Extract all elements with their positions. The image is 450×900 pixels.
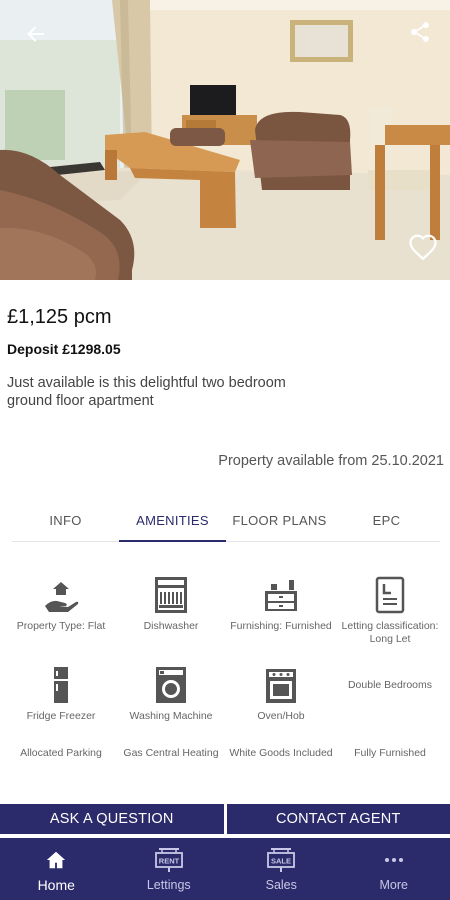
amenity-gas-central-heating: Gas Central Heating: [115, 701, 227, 760]
living-room-photo: [0, 0, 450, 280]
nav-lettings[interactable]: RENT Lettings: [113, 838, 226, 900]
favourite-button[interactable]: [406, 230, 440, 264]
tab-epc[interactable]: EPC: [333, 500, 440, 541]
arrow-left-icon: [27, 26, 45, 42]
share-button[interactable]: [404, 16, 436, 48]
nav-label: Sales: [265, 878, 297, 892]
nav-label: More: [379, 878, 408, 892]
amenity-dishwasher: Dishwasher: [115, 574, 227, 633]
heart-outline-icon: [409, 234, 437, 261]
detail-tabs: INFO AMENITIES FLOOR PLANS EPC: [12, 500, 440, 542]
bottom-navigation: Home RENT Lettings SALE Sales More: [0, 838, 450, 900]
sale-badge: SALE: [271, 857, 291, 866]
availability-date: Property available from 25.10.2021: [218, 453, 444, 469]
amenity-fully-furnished: Fully Furnished: [334, 701, 446, 760]
rent-badge: RENT: [159, 857, 180, 866]
amenity-white-goods: White Goods Included: [225, 701, 337, 760]
tab-info[interactable]: INFO: [12, 500, 119, 541]
amenity-furnishing: Furnishing: Furnished: [225, 574, 337, 633]
action-bar: ASK A QUESTION CONTACT AGENT: [0, 804, 450, 834]
amenity-letting-classification: Letting classification: Long Let: [334, 574, 446, 646]
amenity-label: Letting classification: Long Let: [341, 620, 439, 645]
tab-floor-plans[interactable]: FLOOR PLANS: [226, 500, 333, 541]
amenity-property-type: Property Type: Flat: [5, 574, 117, 633]
oven-icon: [266, 669, 296, 703]
property-photo[interactable]: [0, 0, 450, 280]
nav-label: Lettings: [146, 878, 191, 892]
hand-house-icon: [45, 582, 79, 612]
amenity-label: Fully Furnished: [354, 747, 426, 759]
more-dots-icon: [384, 858, 403, 862]
amenity-label: Dishwasher: [143, 620, 199, 632]
deposit: Deposit £1298.05: [7, 341, 121, 357]
fridge-icon: [54, 667, 68, 703]
nav-label: Home: [37, 877, 75, 893]
dishwasher-icon: [155, 577, 187, 613]
tab-amenities[interactable]: AMENITIES: [119, 500, 226, 542]
amenity-double-bedrooms: Double Bedrooms: [334, 664, 446, 692]
amenity-label: Gas Central Heating: [123, 747, 219, 759]
amenity-label: Furnishing: Furnished: [230, 620, 332, 632]
amenity-label: White Goods Included: [229, 747, 333, 759]
contact-agent-button[interactable]: CONTACT AGENT: [226, 804, 450, 834]
price: £1,125 pcm: [7, 306, 112, 328]
back-button[interactable]: [20, 18, 52, 50]
ask-question-button[interactable]: ASK A QUESTION: [0, 804, 224, 834]
nav-more[interactable]: More: [338, 838, 450, 900]
nav-sales[interactable]: SALE Sales: [225, 838, 338, 900]
amenity-label: Double Bedrooms: [347, 679, 433, 691]
amenity-label: Property Type: Flat: [16, 620, 106, 632]
sale-sign-icon: SALE: [267, 848, 296, 872]
sideboard-icon: [265, 580, 297, 611]
document-icon: [375, 576, 405, 614]
amenity-label: Allocated Parking: [20, 747, 102, 759]
rent-sign-icon: RENT: [154, 848, 183, 872]
property-summary: Just available is this delightful two be…: [7, 375, 286, 409]
washing-machine-icon: [156, 667, 186, 703]
home-icon: [47, 851, 66, 869]
share-icon: [411, 22, 429, 42]
amenity-allocated-parking: Allocated Parking: [5, 701, 117, 760]
nav-home[interactable]: Home: [0, 838, 113, 900]
